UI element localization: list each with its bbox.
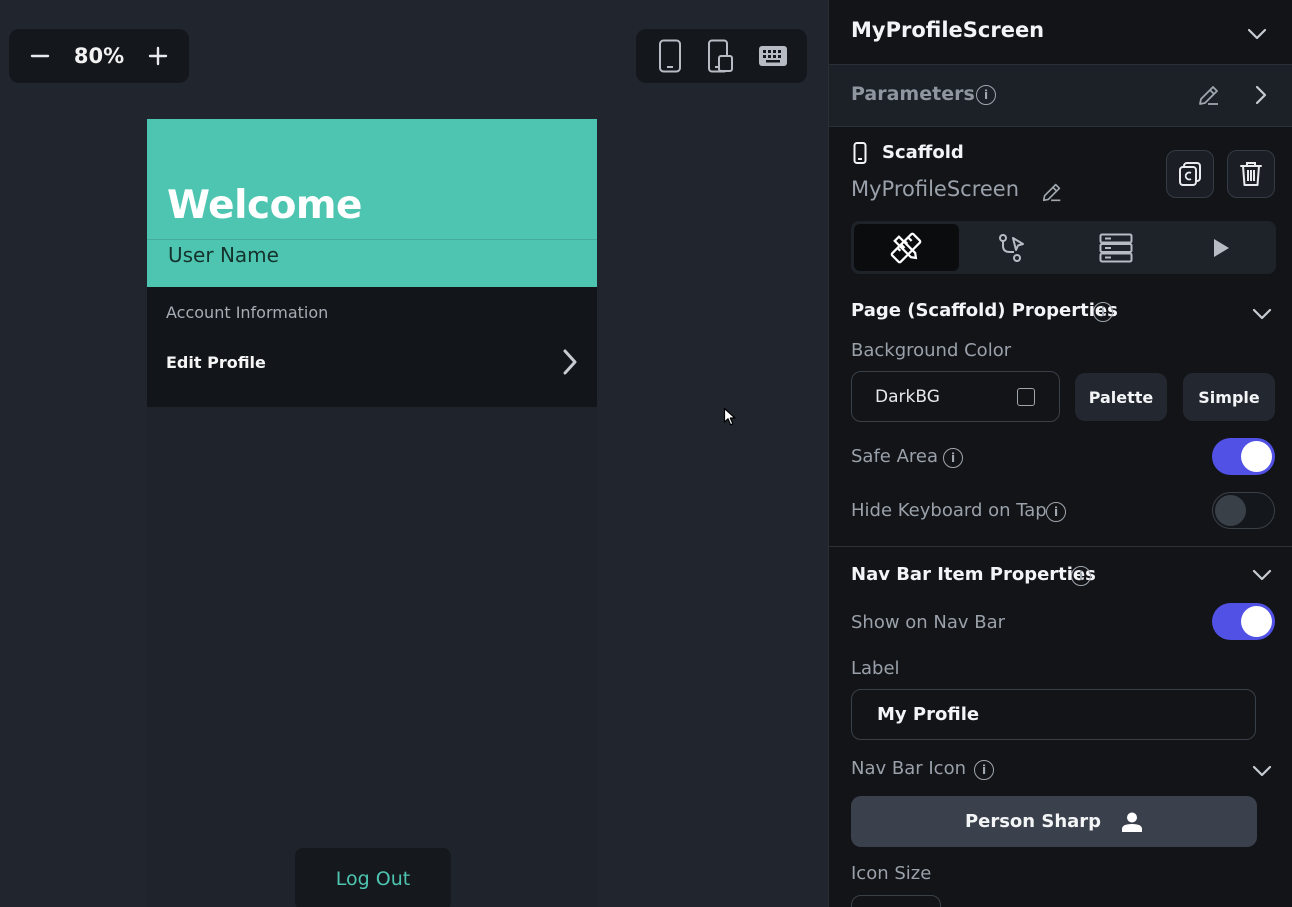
divider xyxy=(829,64,1292,65)
panel-title: MyProfileScreen xyxy=(851,18,1045,42)
simple-button[interactable]: Simple xyxy=(1183,373,1275,421)
copy-icon xyxy=(1179,162,1201,186)
background-color-field[interactable]: DarkBG xyxy=(851,371,1060,422)
tablet-icon xyxy=(708,39,734,73)
edit-pencil-icon[interactable] xyxy=(1196,82,1222,108)
parameters-label: Parameters xyxy=(851,83,975,105)
header-divider xyxy=(147,239,597,240)
chevron-down-icon[interactable] xyxy=(1245,22,1269,46)
info-icon[interactable]: i xyxy=(974,760,994,780)
palette-button[interactable]: Palette xyxy=(1075,373,1167,421)
hide-keyboard-label: Hide Keyboard on Tap xyxy=(851,500,1047,521)
chevron-down-icon[interactable] xyxy=(1250,302,1274,326)
icon-size-label: Icon Size xyxy=(851,863,932,884)
rename-pencil-icon[interactable] xyxy=(1040,180,1064,204)
device-toolbar xyxy=(636,29,807,83)
info-icon[interactable]: i xyxy=(976,85,996,105)
background-color-value: DarkBG xyxy=(875,387,940,407)
properties-icon xyxy=(891,232,922,263)
icon-size-input[interactable] xyxy=(851,895,941,907)
tab-actions[interactable] xyxy=(959,224,1064,271)
color-swatch xyxy=(1017,388,1035,406)
info-icon[interactable]: i xyxy=(1093,302,1113,322)
info-icon[interactable]: i xyxy=(1071,566,1091,586)
chevron-right-icon[interactable] xyxy=(1249,83,1273,107)
keyboard-toggle-button[interactable] xyxy=(753,36,793,76)
profile-header: Welcome User Name xyxy=(147,119,597,287)
user-name-text: User Name xyxy=(168,243,279,267)
edit-profile-label: Edit Profile xyxy=(166,352,266,372)
parameters-bar[interactable]: Parameters i xyxy=(829,65,1292,126)
divider xyxy=(829,546,1292,547)
zoom-out-button[interactable] xyxy=(27,43,53,69)
phone-preview-button[interactable] xyxy=(650,36,690,76)
safe-area-toggle[interactable] xyxy=(1212,438,1275,475)
duplicate-button[interactable] xyxy=(1166,150,1214,198)
chevron-down-icon[interactable] xyxy=(1250,759,1274,783)
safe-area-label: Safe Area xyxy=(851,446,939,467)
nav-bar-icon-value: Person Sharp xyxy=(964,811,1102,832)
account-card: Account Information Edit Profile xyxy=(147,287,597,407)
actions-icon xyxy=(999,233,1025,262)
keyboard-icon xyxy=(759,46,788,66)
label-caption: Label xyxy=(851,658,900,679)
zoom-level: 80% xyxy=(73,44,125,68)
properties-panel: MyProfileScreen Parameters i Scaffold My… xyxy=(828,0,1292,907)
account-information-title: Account Information xyxy=(166,303,329,322)
nav-bar-icon-label: Nav Bar Icon xyxy=(851,758,966,779)
mouse-cursor-icon xyxy=(723,407,736,426)
widget-name: MyProfileScreen xyxy=(851,177,1020,201)
background-color-label: Background Color xyxy=(851,340,1012,361)
nav-bar-icon-picker[interactable]: Person Sharp xyxy=(851,796,1257,847)
show-on-nav-bar-toggle[interactable] xyxy=(1212,603,1275,640)
tab-preview[interactable] xyxy=(1168,224,1273,271)
toggle-knob xyxy=(1215,495,1246,526)
welcome-title: Welcome xyxy=(167,183,362,228)
toggle-knob xyxy=(1241,441,1272,472)
hide-keyboard-toggle[interactable] xyxy=(1212,492,1275,529)
info-icon[interactable]: i xyxy=(1046,502,1066,522)
trash-icon xyxy=(1240,162,1262,186)
person-icon xyxy=(1122,812,1143,832)
minus-icon xyxy=(30,54,50,58)
play-icon xyxy=(1213,238,1229,257)
divider xyxy=(829,126,1292,127)
phone-preview[interactable]: Welcome User Name Account Information Ed… xyxy=(147,119,597,907)
nav-bar-properties-title: Nav Bar Item Properties xyxy=(851,564,1096,585)
delete-button[interactable] xyxy=(1227,150,1275,198)
toggle-knob xyxy=(1241,606,1272,637)
nav-label-input[interactable]: My Profile xyxy=(851,689,1256,740)
zoom-control: 80% xyxy=(9,29,189,83)
info-icon[interactable]: i xyxy=(943,448,963,468)
tab-properties[interactable] xyxy=(854,224,959,271)
zoom-in-button[interactable] xyxy=(145,43,171,69)
show-on-nav-bar-label: Show on Nav Bar xyxy=(851,612,1006,633)
tab-backend-query[interactable] xyxy=(1064,224,1169,271)
plus-icon xyxy=(148,46,168,66)
log-out-button[interactable]: Log Out xyxy=(295,848,451,907)
backend-query-icon xyxy=(1099,233,1133,262)
chevron-down-icon[interactable] xyxy=(1250,563,1274,587)
tablet-preview-button[interactable] xyxy=(701,36,741,76)
panel-tabs xyxy=(851,221,1276,274)
widget-type-label: Scaffold xyxy=(882,142,964,163)
edit-profile-row[interactable]: Edit Profile xyxy=(147,342,597,382)
chevron-right-icon xyxy=(563,349,577,375)
phone-icon xyxy=(658,39,681,73)
phone-icon xyxy=(853,142,867,164)
page-properties-title: Page (Scaffold) Properties xyxy=(851,300,1118,321)
